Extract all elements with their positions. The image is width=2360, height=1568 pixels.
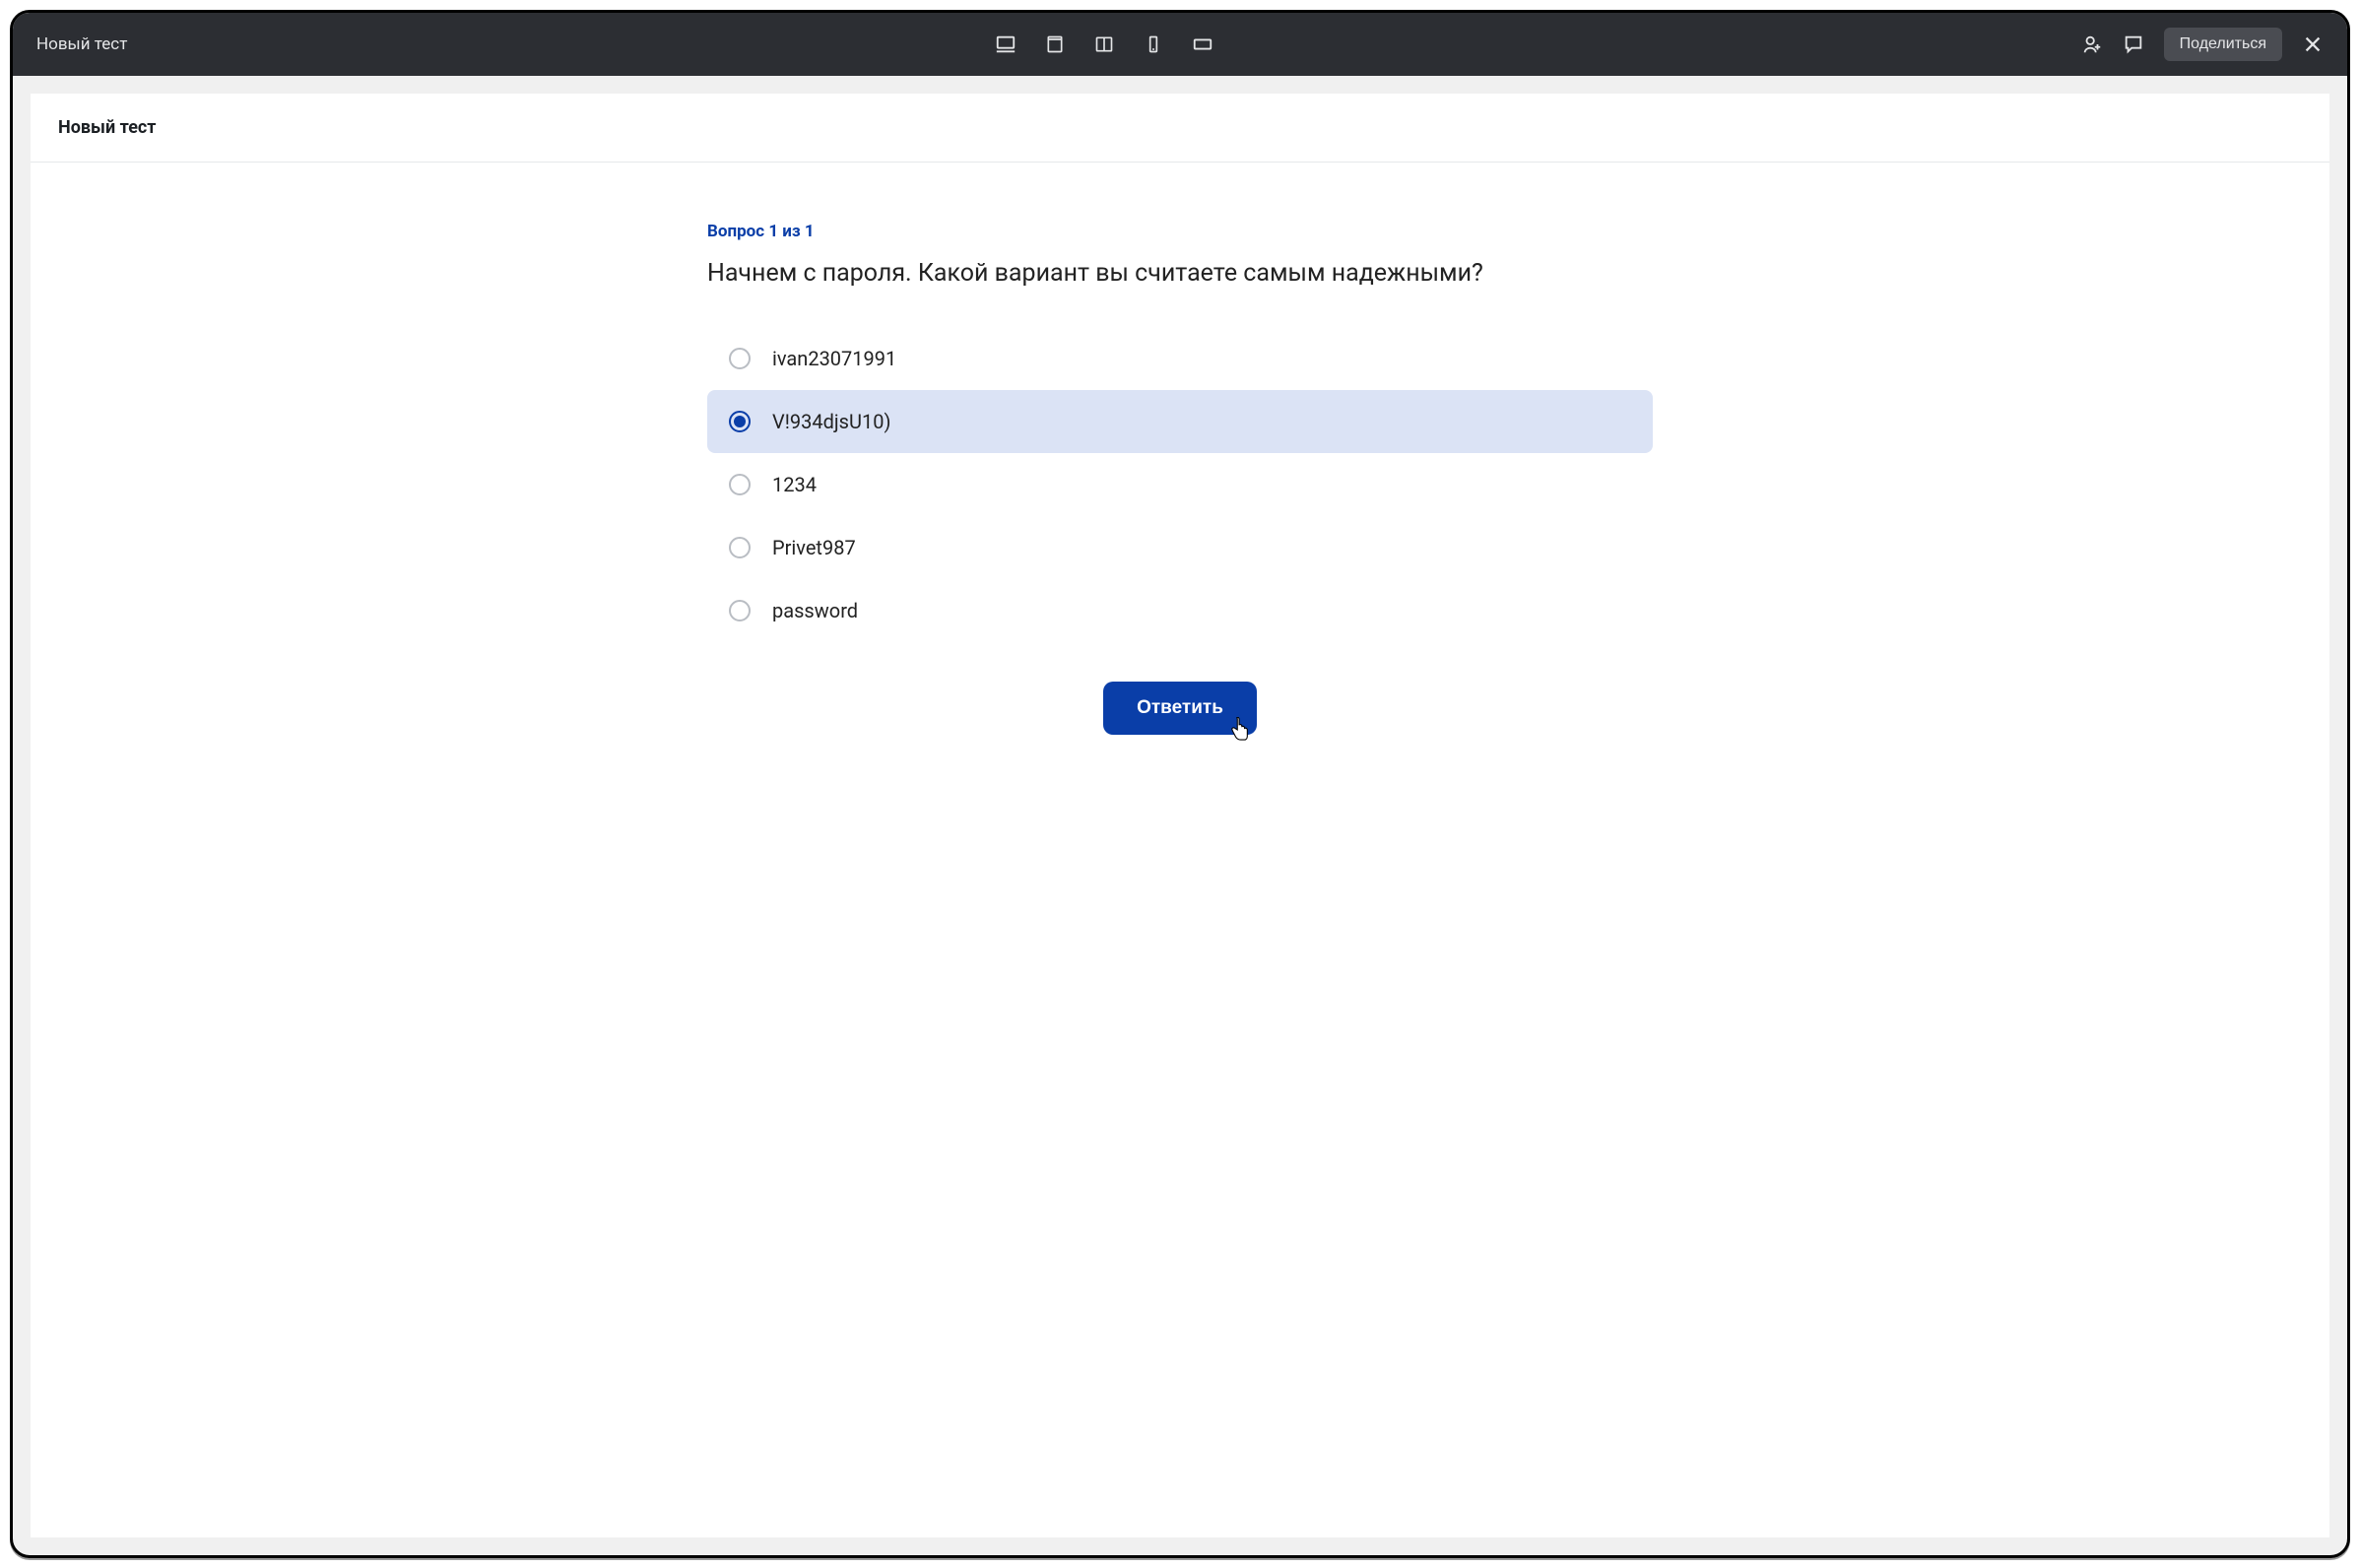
question-text: Начнем с пароля. Какой вариант вы считае…: [707, 259, 1653, 288]
add-user-icon[interactable]: [2081, 33, 2103, 55]
topbar: Новый тест Подел: [13, 13, 2347, 76]
split-view-icon[interactable]: [1093, 33, 1115, 55]
comment-icon[interactable]: [2123, 33, 2144, 55]
submit-row: Ответить: [707, 682, 1653, 735]
topbar-actions: Поделиться: [2081, 28, 2324, 61]
option-label: password: [772, 599, 858, 622]
option-2[interactable]: 1234: [707, 453, 1653, 516]
option-label: Privet987: [772, 536, 856, 559]
card-header: Новый тест: [31, 94, 2329, 163]
option-3[interactable]: Privet987: [707, 516, 1653, 579]
device-preview-switcher: [127, 33, 2080, 55]
tablet-landscape-icon[interactable]: [1044, 33, 1066, 55]
option-4[interactable]: password: [707, 579, 1653, 642]
question-counter: Вопрос 1 из 1: [707, 222, 1653, 241]
radio-icon: [729, 474, 751, 495]
radio-icon: [729, 411, 751, 432]
widescreen-icon[interactable]: [1192, 33, 1213, 55]
share-button[interactable]: Поделиться: [2164, 28, 2282, 61]
card-header-title: Новый тест: [58, 117, 2302, 138]
radio-icon: [729, 537, 751, 558]
radio-icon: [729, 348, 751, 369]
question-content: Вопрос 1 из 1 Начнем с пароля. Какой вар…: [688, 163, 1672, 774]
option-1[interactable]: V!934djsU10): [707, 390, 1653, 453]
body-area: Новый тест Вопрос 1 из 1 Начнем с пароля…: [13, 76, 2347, 1555]
options-list: ivan23071991 V!934djsU10) 1234 Privet987: [707, 327, 1653, 642]
option-0[interactable]: ivan23071991: [707, 327, 1653, 390]
test-card: Новый тест Вопрос 1 из 1 Начнем с пароля…: [31, 94, 2329, 1537]
mobile-icon[interactable]: [1143, 33, 1164, 55]
radio-icon: [729, 600, 751, 621]
close-icon[interactable]: [2302, 33, 2324, 55]
option-label: ivan23071991: [772, 347, 896, 370]
desktop-icon[interactable]: [995, 33, 1016, 55]
submit-button[interactable]: Ответить: [1103, 682, 1257, 735]
option-label: 1234: [772, 473, 817, 496]
option-label: V!934djsU10): [772, 410, 890, 433]
app-window: Новый тест Подел: [10, 10, 2350, 1558]
topbar-title: Новый тест: [36, 34, 127, 54]
